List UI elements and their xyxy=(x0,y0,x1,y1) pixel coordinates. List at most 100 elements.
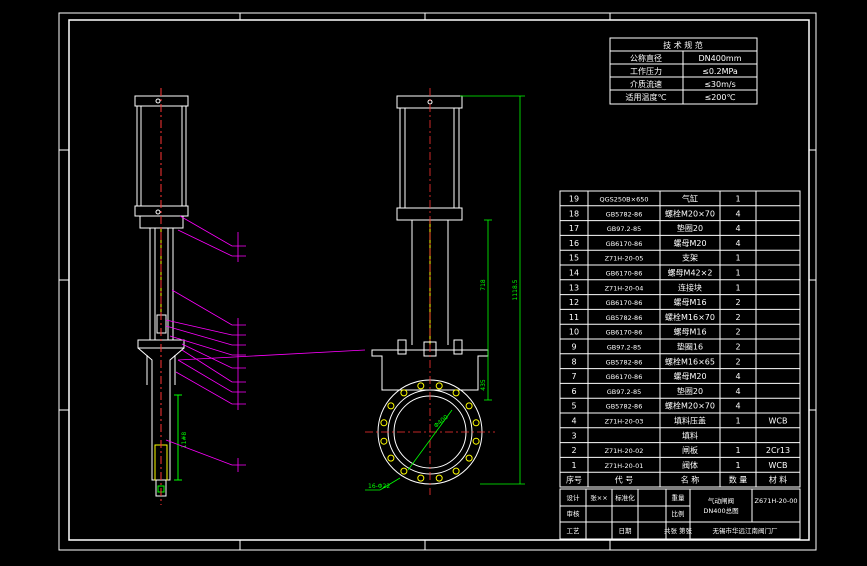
part-number: 6 xyxy=(571,387,576,396)
part-name: 闸板 xyxy=(682,445,698,455)
part-material: WCB xyxy=(769,461,788,470)
label-process: 工艺 xyxy=(567,527,581,535)
label-scale: 比例 xyxy=(672,509,685,518)
header-qty: 数 量 xyxy=(729,475,748,485)
upper-height-label: 718 xyxy=(480,279,487,291)
part-number: 18 xyxy=(569,209,579,218)
part-number: 4 xyxy=(571,417,576,426)
part-number: 8 xyxy=(571,357,576,366)
part-code: GB5782-86 xyxy=(606,314,643,322)
part-number: 1 xyxy=(571,461,576,470)
part-material: WCB xyxy=(769,417,788,426)
part-quantity: 1 xyxy=(735,254,740,263)
part-quantity: 2 xyxy=(735,357,740,366)
parts-list-table: 19 QGS250B×650 气缸 118 GB5782-86 螺栓M20×70 417 GB… xyxy=(559,190,801,488)
drawing-subtitle: DN400总图 xyxy=(703,506,738,515)
part-number: 19 xyxy=(569,195,579,204)
part-number: 5 xyxy=(571,402,576,411)
part-number: 2 xyxy=(571,446,576,455)
part-quantity: 1 xyxy=(735,269,740,278)
part-code: GB6170-86 xyxy=(606,373,643,381)
part-quantity: 2 xyxy=(735,328,740,337)
part-quantity: 4 xyxy=(735,209,740,218)
part-name: 垫圈16 xyxy=(677,342,703,352)
part-code: GB6170-86 xyxy=(606,299,643,307)
spec-label-temperature: 适用温度℃ xyxy=(626,92,667,102)
spec-value-flow-velocity: ≤30m/s xyxy=(704,80,736,89)
part-code: Z71H-20-01 xyxy=(605,462,644,470)
part-code: GB6170-86 xyxy=(606,329,643,337)
label-date: 日期 xyxy=(619,527,633,535)
spec-label-working-pressure: 工作压力 xyxy=(630,66,662,76)
lower-height-label: 435 xyxy=(480,379,487,391)
part-quantity: 4 xyxy=(735,402,740,411)
drawing-title: 气动闸阀 xyxy=(708,496,734,505)
parts-list-grid xyxy=(559,190,801,488)
part-quantity: 4 xyxy=(735,224,740,233)
header-material: 材 料 xyxy=(769,475,788,485)
part-number: 10 xyxy=(569,328,579,337)
part-code: GB5782-86 xyxy=(606,403,643,411)
overall-height-label: 1118.5 xyxy=(512,279,519,300)
part-quantity: 2 xyxy=(735,298,740,307)
part-name: 填料压盖 xyxy=(674,416,706,426)
part-code: QGS250B×650 xyxy=(600,196,649,204)
label-design: 设计 xyxy=(567,493,581,502)
part-name: 螺母M42×2 xyxy=(668,268,713,278)
part-number: 7 xyxy=(571,372,576,381)
tech-spec-title: 技 术 规 范 xyxy=(663,40,703,50)
part-code: Z71H-20-02 xyxy=(605,447,644,455)
part-name: 螺母M16 xyxy=(673,327,706,337)
company-name: 无锡市华远江南阀门厂 xyxy=(713,526,779,535)
sheet-count: 共张 第张 xyxy=(664,526,693,535)
part-name: 螺栓M16×65 xyxy=(665,356,715,366)
part-code: GB97.2-85 xyxy=(607,344,642,352)
part-name: 连接块 xyxy=(678,282,702,292)
part-name: 支架 xyxy=(682,253,698,263)
part-number: 15 xyxy=(569,254,579,263)
part-code: GB5782-86 xyxy=(606,358,643,366)
part-name: 螺栓M20×70 xyxy=(665,401,715,411)
part-name: 气缸 xyxy=(682,194,698,204)
part-name: 螺栓M20×70 xyxy=(665,208,715,218)
part-number: 16 xyxy=(569,239,579,248)
spec-value-temperature: ≤200℃ xyxy=(705,93,736,102)
part-quantity: 4 xyxy=(735,387,740,396)
spec-value-working-pressure: ≤0.2MPa xyxy=(702,67,738,76)
part-number: 17 xyxy=(569,224,579,233)
header-name: 名 称 xyxy=(681,475,700,485)
value-designer: 张×× xyxy=(590,493,607,502)
part-number: 11 xyxy=(569,313,579,322)
part-name: 螺母M20 xyxy=(673,371,706,381)
part-name: 螺母M16 xyxy=(673,297,706,307)
spec-label-flow-velocity: 介质流速 xyxy=(630,79,662,89)
part-code: Z71H-20-04 xyxy=(605,284,644,292)
part-code: GB97.2-85 xyxy=(607,225,642,233)
part-quantity: 1 xyxy=(735,195,740,204)
part-code: GB97.2-85 xyxy=(607,388,642,396)
part-code: GB6170-86 xyxy=(606,240,643,248)
part-quantity: 1 xyxy=(735,417,740,426)
drawing-canvas: 11#8 1118.5 718 435 Φ400 16-Φ22 技 术 规 范 … xyxy=(0,0,867,562)
part-material: 2Cr13 xyxy=(766,446,790,455)
part-name: 阀体 xyxy=(682,460,698,470)
part-code: GB5782-86 xyxy=(606,210,643,218)
part-quantity: 1 xyxy=(735,283,740,292)
part-code: Z71H-20-05 xyxy=(605,255,644,263)
part-quantity: 1 xyxy=(735,446,740,455)
bolt-hole-label: 16-Φ22 xyxy=(368,483,390,490)
part-number: 14 xyxy=(569,269,579,278)
label-check: 审核 xyxy=(567,509,581,518)
drawing-number: Z671H-20-00 xyxy=(755,497,798,505)
spec-value-nominal-diameter: DN400mm xyxy=(699,54,742,63)
part-code: Z71H-20-03 xyxy=(605,418,644,426)
label-standardization: 标准化 xyxy=(615,493,635,502)
part-number: 3 xyxy=(571,431,576,440)
part-number: 9 xyxy=(571,343,576,352)
part-quantity: 4 xyxy=(735,372,740,381)
part-quantity: 2 xyxy=(735,313,740,322)
part-name: 填料 xyxy=(682,430,698,440)
part-quantity: 1 xyxy=(735,461,740,470)
part-code: GB6170-86 xyxy=(606,270,643,278)
part-number: 12 xyxy=(569,298,579,307)
